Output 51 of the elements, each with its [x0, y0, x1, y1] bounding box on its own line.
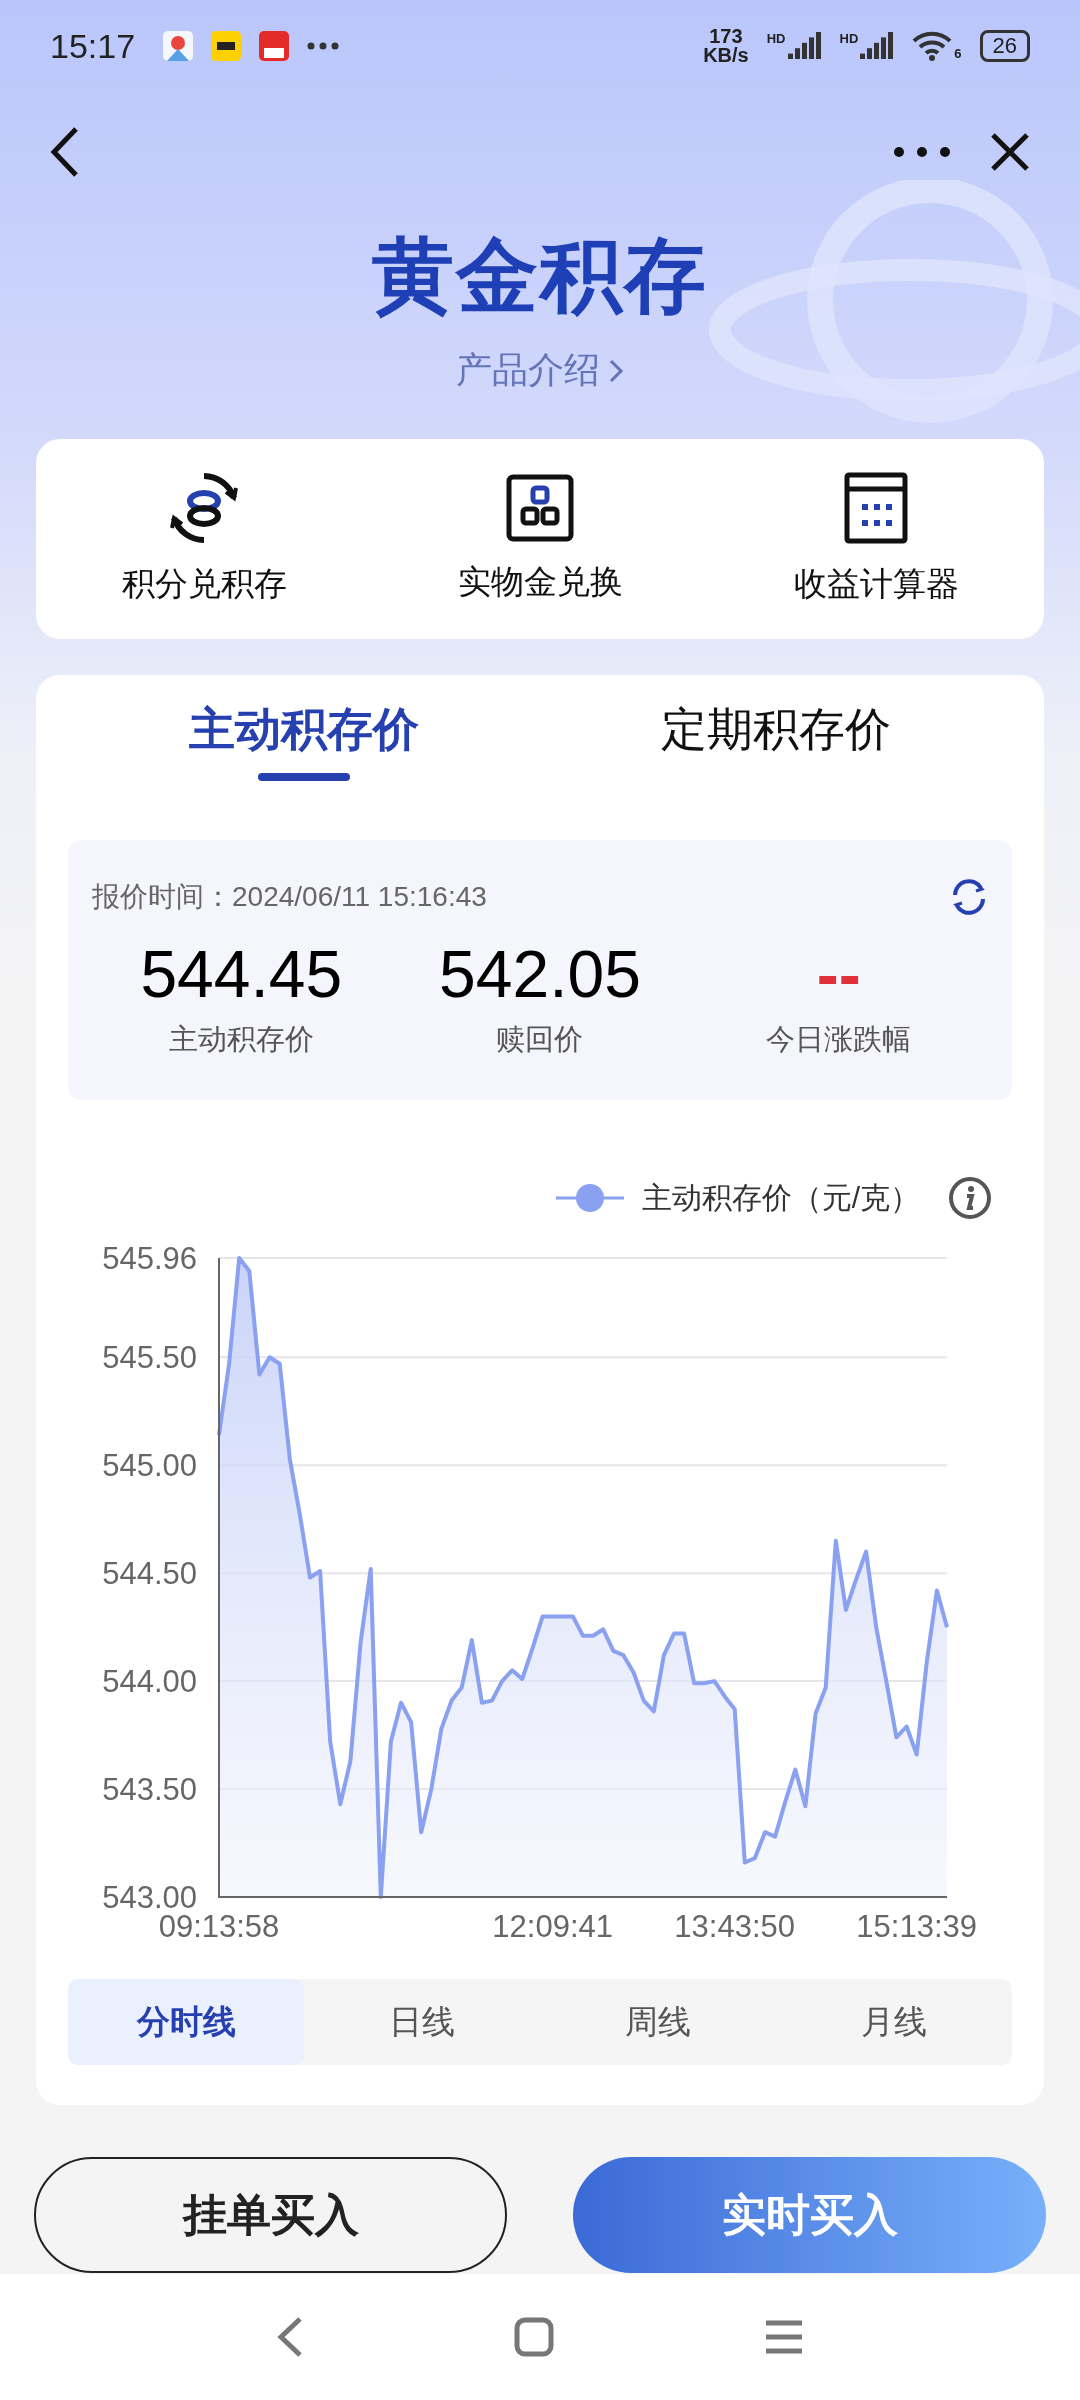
axis-label: 545.00: [102, 1448, 197, 1484]
shortcut-button[interactable]: 收益计算器: [708, 439, 1044, 639]
close-icon[interactable]: [990, 132, 1030, 172]
network-speed: 173: [709, 27, 743, 46]
back-icon[interactable]: [50, 126, 80, 178]
axis-label: 544.00: [102, 1664, 197, 1700]
period-tab[interactable]: 月线: [776, 1979, 1012, 2065]
legend-marker: [555, 1183, 624, 1213]
price-label: 赎回价: [496, 1022, 584, 1057]
price-value: 544.45: [140, 936, 343, 1013]
price-tab[interactable]: 定期积存价: [540, 675, 1012, 785]
price-value: 542.05: [439, 936, 641, 1013]
quote-time: 报价时间：2024/06/11 15:16:43: [92, 880, 487, 914]
home-icon[interactable]: [514, 2317, 554, 2357]
axis-label: 543.50: [102, 1772, 197, 1808]
battery-level: 26: [979, 30, 1030, 62]
wifi-label: 6: [954, 46, 962, 61]
axis-label: 544.50: [102, 1556, 197, 1592]
axis-label: 12:09:41: [492, 1909, 613, 1944]
shortcut-button[interactable]: 积分兑积存: [36, 439, 372, 639]
page-title: 黄金积存: [372, 229, 708, 323]
price-tab[interactable]: 主动积存价: [68, 675, 540, 785]
more-icon[interactable]: [894, 147, 950, 157]
calculator-icon: [844, 471, 908, 544]
shortcut-button[interactable]: 实物金兑换: [372, 439, 708, 639]
axis-label: 545.96: [102, 1241, 197, 1276]
hd-label: HD: [839, 31, 859, 46]
legend-label: 主动积存价（元/克）: [641, 1179, 920, 1216]
hd-label: HD: [766, 31, 786, 46]
axis-label: 13:43:50: [674, 1909, 795, 1944]
more-notifications-icon: [307, 42, 340, 50]
menu-icon[interactable]: [764, 2319, 804, 2355]
status-time: 15:17: [50, 26, 136, 66]
price-label: 主动积存价: [168, 1022, 314, 1057]
period-tab[interactable]: 周线: [540, 1979, 776, 2065]
ingots-icon: [506, 473, 574, 542]
signal-icon: [860, 31, 895, 61]
period-tab[interactable]: 日线: [304, 1979, 540, 2065]
price-value: --: [816, 936, 861, 1013]
network-speed-unit: KB/s: [703, 46, 749, 65]
wifi-icon: [912, 31, 953, 61]
buy-button[interactable]: 挂单买入: [34, 2157, 507, 2273]
signal-icon: [787, 31, 822, 61]
info-icon[interactable]: [948, 1176, 992, 1220]
axis-label: 545.50: [102, 1340, 197, 1376]
exchange-icon: [168, 471, 240, 544]
period-tab[interactable]: 分时线: [68, 1979, 304, 2065]
axis-label: 15:13:39: [856, 1909, 977, 1944]
price-label: 今日涨跌幅: [766, 1022, 912, 1057]
refresh-icon[interactable]: [950, 878, 988, 916]
chevron-icon: [608, 357, 624, 384]
